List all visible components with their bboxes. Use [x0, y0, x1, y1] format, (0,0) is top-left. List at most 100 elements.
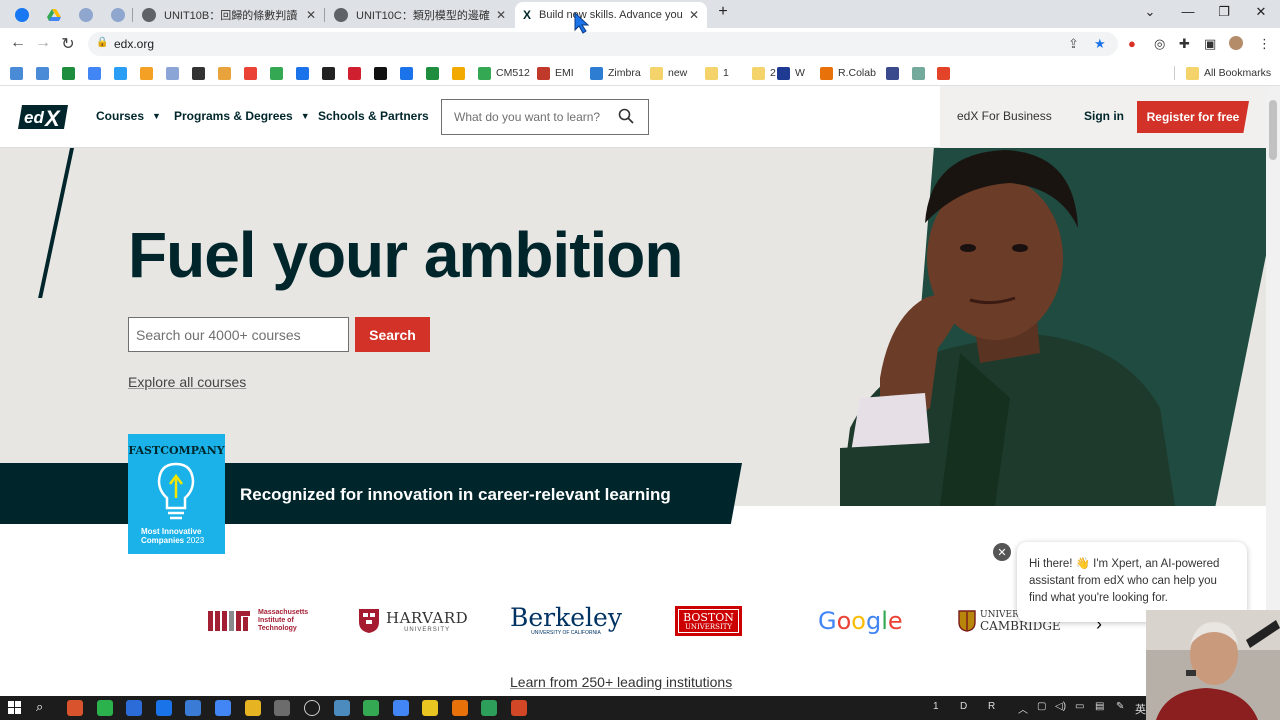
tab-unit10c[interactable]: UNIT10C：類別模型的邊確性指 ✕ [326, 2, 514, 28]
chat-close-button[interactable]: ✕ [993, 543, 1011, 561]
partner-logo-mit[interactable]: Massachusetts Institute of Technology [208, 604, 312, 638]
taskbar-app-icon[interactable] [245, 700, 261, 716]
bookmark-item[interactable] [192, 65, 210, 81]
course-search-input[interactable]: Search our 4000+ courses [128, 317, 349, 352]
taskbar-app-icon[interactable] [185, 700, 201, 716]
tray-item[interactable]: D [960, 701, 967, 712]
share-icon[interactable]: ⇪ [1068, 36, 1079, 52]
scrollbar-thumb[interactable] [1269, 100, 1277, 160]
search-icon[interactable] [618, 108, 634, 124]
minimize-button[interactable]: — [1178, 4, 1198, 19]
taskbar-app-icon[interactable] [452, 700, 468, 716]
bookmark-item[interactable] [400, 65, 418, 81]
edx-logo[interactable]: ed X [18, 103, 68, 131]
bookmark-item[interactable]: 2 [752, 65, 776, 81]
explore-courses-link[interactable]: Explore all courses [128, 374, 246, 390]
notification-icon[interactable]: ▤ [1095, 701, 1104, 712]
pinned-tab-1[interactable] [72, 4, 100, 26]
page-scrollbar[interactable] [1266, 86, 1280, 696]
bookmark-item[interactable] [348, 65, 366, 81]
bookmark-item[interactable] [452, 65, 470, 81]
partner-logo-boston[interactable]: BOSTON UNIVERSITY [675, 606, 742, 636]
tab-close-icon[interactable]: ✕ [689, 8, 699, 22]
bookmark-item[interactable] [426, 65, 444, 81]
taskbar-app-icon[interactable] [511, 700, 527, 716]
puzzle-icon[interactable]: ✚ [1179, 36, 1190, 52]
bookmark-item[interactable] [36, 65, 54, 81]
bookmark-item[interactable] [322, 65, 340, 81]
bookmark-item[interactable] [218, 65, 236, 81]
close-window-button[interactable]: ✕ [1251, 4, 1271, 20]
taskbar-app-icon[interactable] [156, 700, 172, 716]
bookmark-item[interactable] [10, 65, 28, 81]
pinned-tab-drive[interactable] [40, 4, 68, 26]
bookmark-item[interactable]: 1 [705, 65, 729, 81]
taskbar-app-icon[interactable] [67, 700, 83, 716]
bookmark-item[interactable] [140, 65, 158, 81]
header-search-input[interactable]: What do you want to learn? [441, 99, 649, 135]
forward-arrow-icon[interactable]: → [33, 34, 53, 52]
tab-close-icon[interactable]: ✕ [306, 8, 316, 22]
nav-courses[interactable]: Courses ▼ [96, 109, 161, 123]
url-text[interactable]: edx.org [114, 37, 154, 51]
battery-icon[interactable]: ▭ [1075, 701, 1084, 712]
bookmark-item[interactable] [912, 65, 930, 81]
bookmark-item[interactable] [937, 65, 955, 81]
taskbar-app-icon[interactable] [363, 700, 379, 716]
tray-item[interactable]: R [988, 701, 995, 712]
bookmark-item[interactable] [886, 65, 904, 81]
edx-business-link[interactable]: edX For Business [957, 109, 1052, 123]
partner-logo-harvard[interactable]: HARVARD UNIVERSITY [358, 604, 468, 638]
bookmark-item[interactable] [114, 65, 132, 81]
partner-logo-google[interactable]: Google [818, 604, 903, 638]
bookmark-item[interactable]: R.Colab [820, 65, 876, 81]
pinned-tab-2[interactable] [104, 4, 132, 26]
tab-unit10b[interactable]: UNIT10B：回歸的條數判讀 Reg ✕ [134, 2, 324, 28]
bookmark-item[interactable] [270, 65, 288, 81]
bookmark-item[interactable] [88, 65, 106, 81]
taskbar-app-icon[interactable] [126, 700, 142, 716]
nav-schools[interactable]: Schools & Partners [318, 109, 429, 123]
pen-icon[interactable]: ✎ [1116, 701, 1124, 712]
bookmark-item[interactable]: CM512 [478, 65, 530, 81]
tab-search-button[interactable]: ⌄ [1140, 4, 1160, 20]
profile-avatar[interactable] [1229, 36, 1243, 50]
tray-item[interactable]: 1 [933, 701, 939, 712]
bookmark-item[interactable] [374, 65, 392, 81]
bookmark-item[interactable] [62, 65, 80, 81]
search-icon[interactable]: ⌕ [36, 699, 43, 715]
bookmark-item[interactable]: new [650, 65, 687, 81]
tab-close-icon[interactable]: ✕ [496, 8, 506, 22]
network-icon[interactable]: ▢ [1037, 701, 1046, 712]
search-button[interactable]: Search [355, 317, 430, 352]
partner-logo-berkeley[interactable]: Berkeley UNIVERSITY OF CALIFORNIA [510, 604, 622, 638]
ime-indicator[interactable]: 英 [1135, 701, 1146, 717]
new-tab-button[interactable]: + [713, 3, 733, 21]
bookmark-star-icon[interactable]: ★ [1094, 36, 1106, 52]
taskbar-app-icon[interactable] [304, 700, 320, 716]
bookmark-item[interactable]: EMI [537, 65, 574, 81]
volume-icon[interactable]: ◁) [1055, 701, 1066, 712]
taskbar-app-icon[interactable] [422, 700, 438, 716]
bookmark-item[interactable] [244, 65, 262, 81]
extension-badge-icon[interactable]: ● [1128, 36, 1136, 51]
all-bookmarks-folder[interactable]: All Bookmarks [1186, 65, 1271, 81]
omnibox[interactable]: 🔒 edx.org ⇪ ★ [88, 32, 1118, 56]
bookmark-item[interactable] [166, 65, 184, 81]
pinned-tab-facebook[interactable] [8, 4, 36, 26]
chevron-up-icon[interactable]: ︿ [1018, 701, 1028, 716]
taskbar-app-icon[interactable] [481, 700, 497, 716]
windows-start-icon[interactable] [8, 701, 22, 715]
taskbar-app-icon[interactable] [97, 700, 113, 716]
register-button[interactable]: Register for free [1137, 101, 1249, 133]
learn-institutions-link[interactable]: Learn from 250+ leading institutions [510, 674, 732, 690]
taskbar-app-icon[interactable] [215, 700, 231, 716]
sign-in-link[interactable]: Sign in [1084, 109, 1124, 123]
back-arrow-icon[interactable]: ← [8, 34, 28, 52]
tab-edx-active[interactable]: X Build new skills. Advance your ✕ [515, 2, 707, 28]
nav-programs[interactable]: Programs & Degrees ▼ [174, 109, 310, 123]
bookmark-item[interactable]: Zimbra [590, 65, 641, 81]
taskbar-app-icon[interactable] [393, 700, 409, 716]
taskbar-app-icon[interactable] [334, 700, 350, 716]
kebab-menu-icon[interactable]: ⋮ [1258, 36, 1271, 52]
